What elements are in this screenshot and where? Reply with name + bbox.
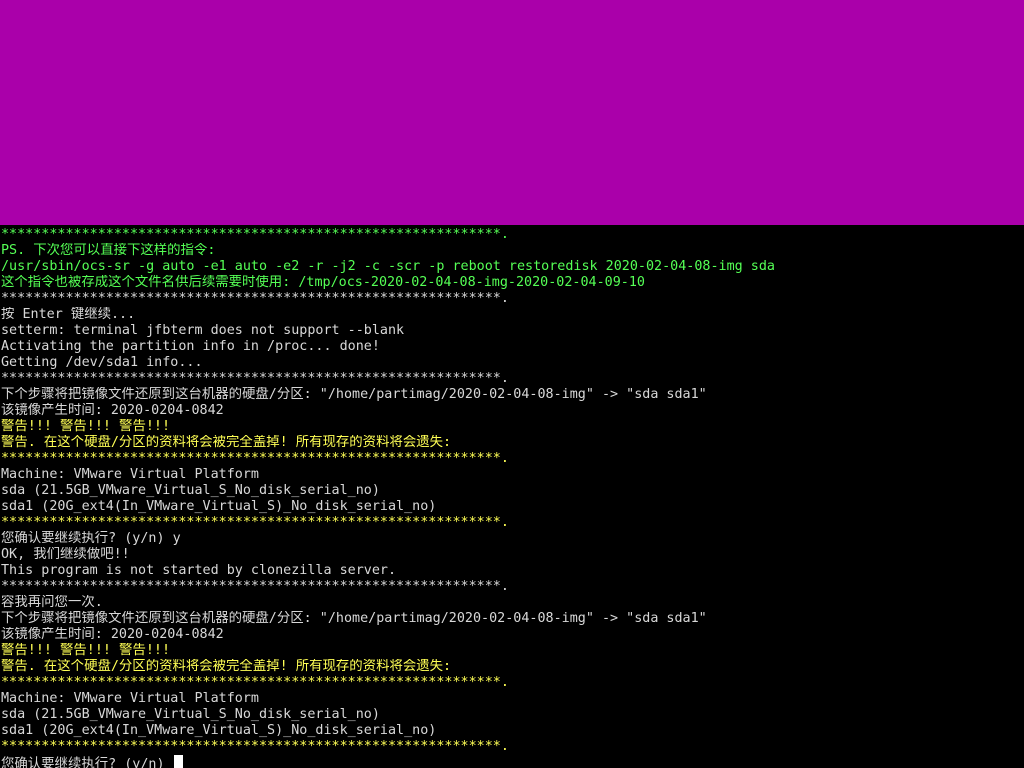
terminal-line: 您确认要继续执行? (y/n) y xyxy=(1,531,1021,547)
terminal-line-text: 这个指令也被存成这个文件名供后续需要时使用: /tmp/ocs-2020-02-… xyxy=(1,275,645,290)
terminal-line: 下个步骤将把镜像文件还原到这台机器的硬盘/分区: "/home/partimag… xyxy=(1,611,1021,627)
terminal-line: This program is not started by clonezill… xyxy=(1,563,1021,579)
terminal-line: sda1 (20G_ext4(In_VMware_Virtual_S)_No_d… xyxy=(1,499,1021,515)
terminal-line-text: ****************************************… xyxy=(1,371,509,386)
magenta-top-band xyxy=(0,0,1024,225)
terminal-line: ****************************************… xyxy=(1,739,1021,755)
terminal-line: ****************************************… xyxy=(1,579,1021,595)
terminal-line: ****************************************… xyxy=(1,451,1021,467)
terminal-line: ****************************************… xyxy=(1,515,1021,531)
terminal-line-text: 警告. 在这个硬盘/分区的资料将会被完全盖掉! 所有现存的资料将会遗失: xyxy=(1,659,452,674)
terminal-line: 警告. 在这个硬盘/分区的资料将会被完全盖掉! 所有现存的资料将会遗失: xyxy=(1,659,1021,675)
terminal-line: 警告. 在这个硬盘/分区的资料将会被完全盖掉! 所有现存的资料将会遗失: xyxy=(1,435,1021,451)
terminal-line: PS. 下次您可以直接下这样的指令: xyxy=(1,243,1021,259)
terminal-line: Getting /dev/sda1 info... xyxy=(1,355,1021,371)
terminal-line-text: Machine: VMware Virtual Platform xyxy=(1,691,259,706)
terminal-line-text: ****************************************… xyxy=(1,227,509,242)
terminal-line: 警告!!! 警告!!! 警告!!! xyxy=(1,643,1021,659)
terminal-line-text: sda1 (20G_ext4(In_VMware_Virtual_S)_No_d… xyxy=(1,723,437,738)
terminal-line-text: 警告!!! 警告!!! 警告!!! xyxy=(1,419,171,434)
terminal-line-text: 该镜像产生时间: 2020-0204-0842 xyxy=(1,627,224,642)
terminal-line-text: 按 Enter 键继续... xyxy=(1,307,136,322)
terminal-line: ****************************************… xyxy=(1,371,1021,387)
terminal-line-text: sda (21.5GB_VMware_Virtual_S_No_disk_ser… xyxy=(1,483,380,498)
terminal-line: Machine: VMware Virtual Platform xyxy=(1,691,1021,707)
terminal-line-text: ****************************************… xyxy=(1,515,509,530)
terminal-line-text: 警告. 在这个硬盘/分区的资料将会被完全盖掉! 所有现存的资料将会遗失: xyxy=(1,435,452,450)
terminal-line: sda (21.5GB_VMware_Virtual_S_No_disk_ser… xyxy=(1,483,1021,499)
terminal-line-text: 下个步骤将把镜像文件还原到这台机器的硬盘/分区: "/home/partimag… xyxy=(1,611,707,626)
terminal-line: setterm: terminal jfbterm does not suppo… xyxy=(1,323,1021,339)
terminal-line: sda (21.5GB_VMware_Virtual_S_No_disk_ser… xyxy=(1,707,1021,723)
terminal-console[interactable]: ****************************************… xyxy=(0,225,1024,768)
terminal-line-text: ****************************************… xyxy=(1,451,509,466)
terminal-line-text: ****************************************… xyxy=(1,579,509,594)
terminal-line-text: Activating the partition info in /proc..… xyxy=(1,339,380,354)
terminal-line: /usr/sbin/ocs-sr -g auto -e1 auto -e2 -r… xyxy=(1,259,1021,275)
terminal-line-text: 您确认要继续执行? (y/n) y xyxy=(1,531,181,546)
text-cursor[interactable] xyxy=(173,755,183,768)
terminal-line: 按 Enter 键继续... xyxy=(1,307,1021,323)
terminal-line-text: sda (21.5GB_VMware_Virtual_S_No_disk_ser… xyxy=(1,707,380,722)
terminal-line: 这个指令也被存成这个文件名供后续需要时使用: /tmp/ocs-2020-02-… xyxy=(1,275,1021,291)
terminal-line-text: Getting /dev/sda1 info... xyxy=(1,355,203,370)
terminal-line: Machine: VMware Virtual Platform xyxy=(1,467,1021,483)
terminal-line: ****************************************… xyxy=(1,227,1021,243)
terminal-line-text: /usr/sbin/ocs-sr -g auto -e1 auto -e2 -r… xyxy=(1,259,775,274)
terminal-line-text: PS. 下次您可以直接下这样的指令: xyxy=(1,243,216,258)
terminal-line-text: ****************************************… xyxy=(1,739,509,754)
terminal-line: Activating the partition info in /proc..… xyxy=(1,339,1021,355)
terminal-line-text: Machine: VMware Virtual Platform xyxy=(1,467,259,482)
terminal-line-text: ****************************************… xyxy=(1,675,509,690)
terminal-line: 您确认要继续执行? (y/n) xyxy=(1,755,1021,768)
terminal-line: sda1 (20G_ext4(In_VMware_Virtual_S)_No_d… xyxy=(1,723,1021,739)
terminal-line: 容我再问您一次. xyxy=(1,595,1021,611)
terminal-line: ****************************************… xyxy=(1,291,1021,307)
terminal-line: 该镜像产生时间: 2020-0204-0842 xyxy=(1,627,1021,643)
terminal-line-text: This program is not started by clonezill… xyxy=(1,563,397,578)
terminal-line: 下个步骤将把镜像文件还原到这台机器的硬盘/分区: "/home/partimag… xyxy=(1,387,1021,403)
terminal-output: ****************************************… xyxy=(1,227,1021,768)
framebuffer-screen: ****************************************… xyxy=(0,0,1024,768)
terminal-line-text: 警告!!! 警告!!! 警告!!! xyxy=(1,643,171,658)
terminal-line-text: 下个步骤将把镜像文件还原到这台机器的硬盘/分区: "/home/partimag… xyxy=(1,387,707,402)
terminal-line-text: OK, 我们继续做吧!! xyxy=(1,547,130,562)
terminal-line-text: setterm: terminal jfbterm does not suppo… xyxy=(1,323,405,338)
terminal-line: 警告!!! 警告!!! 警告!!! xyxy=(1,419,1021,435)
terminal-line-text: sda1 (20G_ext4(In_VMware_Virtual_S)_No_d… xyxy=(1,499,437,514)
terminal-line: ****************************************… xyxy=(1,675,1021,691)
terminal-line-text: 容我再问您一次. xyxy=(1,595,103,610)
terminal-line: OK, 我们继续做吧!! xyxy=(1,547,1021,563)
terminal-line-text: 您确认要继续执行? (y/n) xyxy=(1,757,173,768)
terminal-line-text: 该镜像产生时间: 2020-0204-0842 xyxy=(1,403,224,418)
terminal-line: 该镜像产生时间: 2020-0204-0842 xyxy=(1,403,1021,419)
terminal-line-text: ****************************************… xyxy=(1,291,509,306)
